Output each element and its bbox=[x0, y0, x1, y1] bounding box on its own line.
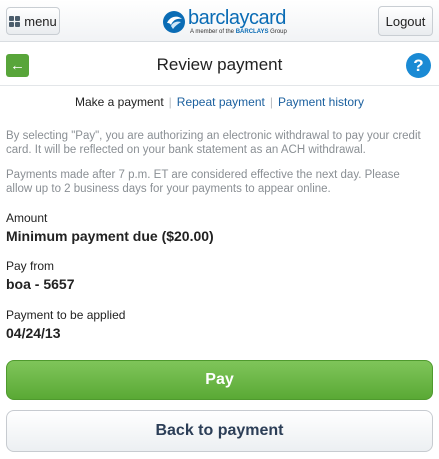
brand-tagline: A member of the BARCLAYS Group bbox=[190, 29, 287, 35]
back-to-payment-button[interactable]: Back to payment bbox=[6, 410, 433, 452]
eagle-logo-icon bbox=[163, 11, 185, 33]
authorization-note: By selecting "Pay", you are authorizing … bbox=[6, 130, 421, 156]
subnav-payment-history[interactable]: Payment history bbox=[278, 95, 364, 109]
divider bbox=[0, 85, 439, 86]
logout-button[interactable]: Logout bbox=[378, 6, 433, 36]
subnav-separator: | bbox=[269, 95, 273, 109]
pay-button[interactable]: Pay bbox=[6, 360, 433, 400]
subnav-repeat-payment[interactable]: Repeat payment bbox=[177, 95, 265, 109]
payment-date-label: Payment to be applied bbox=[6, 308, 126, 322]
menu-label: menu bbox=[24, 13, 57, 29]
title-bar: ← Review payment ? bbox=[0, 48, 439, 84]
menu-button[interactable]: menu bbox=[6, 7, 60, 35]
page-title: Review payment bbox=[156, 55, 283, 74]
help-button[interactable]: ? bbox=[406, 53, 431, 78]
pay-from-value: boa - 5657 bbox=[6, 276, 75, 292]
subnav-make-payment[interactable]: Make a payment bbox=[75, 95, 164, 109]
question-mark-icon: ? bbox=[413, 55, 424, 75]
payment-subnav: Make a payment | Repeat payment | Payment hi… bbox=[0, 95, 439, 109]
pay-from-label: Pay from bbox=[6, 259, 55, 273]
payment-date-value: 04/24/13 bbox=[6, 325, 61, 341]
amount-label: Amount bbox=[6, 211, 48, 225]
menu-grid-icon bbox=[9, 15, 21, 27]
barclaycard-logo: barclaycard A member of the BARCLAYS Gro… bbox=[162, 6, 287, 38]
timing-note: Payments made after 7 p.m. ET are consid… bbox=[6, 169, 400, 195]
subnav-separator: | bbox=[168, 95, 172, 109]
amount-value: Minimum payment due ($20.00) bbox=[6, 228, 214, 244]
top-bar: menu barclaycard A member of the BARCLAY… bbox=[0, 0, 439, 42]
brand-name: barclaycard bbox=[188, 7, 286, 29]
